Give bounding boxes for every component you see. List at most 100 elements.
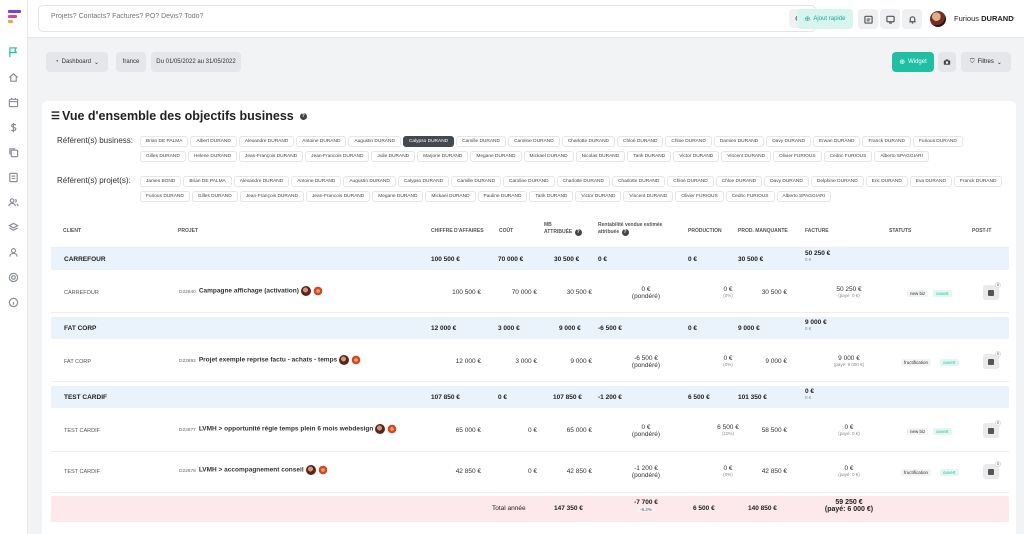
referent-chip[interactable]: Eric DURAND <box>865 176 908 187</box>
referent-chip[interactable]: Delphine DURAND <box>810 176 864 187</box>
gear-icon[interactable] <box>7 271 19 283</box>
referent-chip[interactable]: Mickael DURAND <box>425 191 476 202</box>
referent-chip[interactable]: Camille DURAND <box>456 136 506 147</box>
app-logo[interactable] <box>8 10 21 24</box>
referent-chip[interactable]: Jean-Francois DURAND <box>305 191 371 202</box>
referent-chip[interactable]: Davy DURAND <box>764 176 809 187</box>
referent-chip[interactable]: Augustin DURAND <box>348 136 401 147</box>
home-icon[interactable] <box>7 71 19 83</box>
col-client[interactable]: Client <box>63 228 81 235</box>
referent-chip[interactable]: Franck DURAND <box>862 136 911 147</box>
referent-chip[interactable]: Helene DURAND <box>187 151 237 162</box>
referent-chip[interactable]: Alexandre DURAND <box>233 176 290 187</box>
layers-icon[interactable] <box>7 221 19 233</box>
referent-chip[interactable]: Nicolas DURAND <box>575 151 626 162</box>
referent-chip[interactable]: Caroline DURAND <box>502 176 555 187</box>
referent-chip[interactable]: Antoine DURAND <box>291 176 342 187</box>
project-link[interactable]: D22678 LVMH > accompagnement conseil <box>179 465 328 475</box>
users-icon[interactable] <box>7 196 19 208</box>
project-link[interactable]: D22640 Campagne affichage (activation) <box>179 286 323 296</box>
referent-chip[interactable]: Brian DE PALMA <box>183 176 232 187</box>
col-mb[interactable]: MB attribuée ? <box>544 222 582 236</box>
referent-chip[interactable]: Megane DURAND <box>372 191 424 202</box>
postit-button[interactable]: 0 <box>983 282 1001 300</box>
referent-chip[interactable]: Megane DURAND <box>470 151 522 162</box>
referent-chip[interactable]: Marjorie DURAND <box>417 151 469 162</box>
postit-button[interactable]: 0 <box>983 420 1001 438</box>
referent-chip[interactable]: Charlotte DURAND <box>556 176 610 187</box>
referent-chip[interactable]: Victor DURAND <box>673 151 720 162</box>
referent-chip[interactable]: Olivier FURIOUS <box>675 191 724 202</box>
referent-chip[interactable]: Alexandre DURAND <box>238 136 295 147</box>
period-filter[interactable]: Du 01/05/2022 au 31/05/2022 <box>151 52 241 72</box>
calendar-icon[interactable] <box>7 96 19 108</box>
referent-chip[interactable]: Antoine DURAND <box>296 136 347 147</box>
user-name[interactable]: Furious DURAND <box>954 14 1014 23</box>
referent-chip[interactable]: Mickael DURAND <box>523 151 574 162</box>
referent-chip[interactable]: Camille DURAND <box>451 176 501 187</box>
referent-chip[interactable]: Caroline DURAND <box>507 136 560 147</box>
dashboard-select[interactable]: ◔ Dashboard ⌄ <box>46 52 108 72</box>
table-group-row[interactable]: FAT CORP 12 000 € 3 000 € 9 000 € -6 500… <box>51 317 1009 339</box>
search-input[interactable] <box>51 13 651 20</box>
referent-chip[interactable]: Furious DURAND <box>912 136 963 147</box>
table-row[interactable]: TEST CARDIF D22677 LVMH > opportunité rég… <box>51 411 1009 452</box>
referent-chip[interactable]: Vincent DURAND <box>721 151 772 162</box>
col-production[interactable]: Production <box>688 228 722 235</box>
referent-chip[interactable]: Victor DURAND <box>575 191 622 202</box>
user-icon[interactable] <box>7 246 19 258</box>
referent-chip[interactable]: Gilles DURAND <box>140 151 186 162</box>
referent-chip[interactable]: Augustin DURAND <box>343 176 396 187</box>
col-cout[interactable]: Coût <box>499 228 513 235</box>
calendar-button[interactable] <box>858 9 878 29</box>
referent-chip[interactable]: Calypso DURAND <box>402 136 455 147</box>
referent-chip[interactable]: Pauline DURAND <box>477 191 528 202</box>
referent-chip[interactable]: Franck DURAND <box>953 176 1003 187</box>
referent-chip[interactable]: Chloe DURAND <box>665 136 712 147</box>
table-group-row[interactable]: CARREFOUR 100 500 € 70 000 € 30 500 € 0 … <box>51 248 1009 270</box>
referent-chip[interactable]: Brian DE PALMA <box>140 136 189 147</box>
referent-chip[interactable]: Charlotte DURAND <box>611 176 666 187</box>
col-projet[interactable]: Projet <box>178 228 198 235</box>
project-link[interactable]: D22692 Projet exemple reprise factu - ach… <box>179 355 362 365</box>
referent-chip[interactable]: Olivier FURIOUS <box>773 151 822 162</box>
chevron-down-icon[interactable]: ⌄ <box>1010 13 1016 21</box>
table-group-row[interactable]: TEST CARDIF 107 850 € 0 € 107 850 € -1 2… <box>51 386 1009 408</box>
copy-icon[interactable] <box>7 146 19 158</box>
referent-chip[interactable]: James BOND <box>140 176 182 187</box>
referent-chip[interactable]: Albert DURAND <box>190 136 237 147</box>
col-facture[interactable]: Facture <box>805 228 829 235</box>
referent-chip[interactable]: Jean-Francois DURAND <box>305 151 370 162</box>
referent-chip[interactable]: Julie DURAND <box>371 151 416 162</box>
referent-chip[interactable]: Tarik DURAND <box>627 151 672 162</box>
project-link[interactable]: D22677 LVMH > opportunité régie temps ple… <box>179 424 398 434</box>
info-icon[interactable] <box>7 296 19 308</box>
referent-chip[interactable]: Alberto SPAGGIARI <box>776 191 832 202</box>
referent-chip[interactable]: Vincent DURAND <box>623 191 674 202</box>
table-row[interactable]: CARREFOUR D22640 Campagne affichage (acti… <box>51 273 1009 313</box>
referent-chip[interactable]: Charlotte DURAND <box>561 136 616 147</box>
referent-chip[interactable]: Eva DURAND <box>909 176 952 187</box>
avatar[interactable] <box>930 11 946 27</box>
widget-button[interactable]: ⊕ Widget <box>892 52 934 72</box>
filters-button[interactable]: ⛉ Filtres ⌄ <box>961 52 1011 72</box>
referent-chip[interactable]: Erwan DURAND <box>813 136 861 147</box>
referent-chip[interactable]: Cedric FURIOUS <box>725 191 775 202</box>
referent-chip[interactable]: Jean-François DURAND <box>239 191 304 202</box>
referent-chip[interactable]: Damien DURAND <box>713 136 765 147</box>
col-prod-manquante[interactable]: Prod. manquante <box>738 228 788 235</box>
referent-chip[interactable]: Alberto SPAGGIARI <box>874 151 929 162</box>
referent-chip[interactable]: Gilles DURAND <box>191 191 238 202</box>
table-row[interactable]: FAT CORP D22692 Projet exemple reprise fa… <box>51 342 1009 382</box>
postit-button[interactable]: 0 <box>983 461 1001 479</box>
screen-button[interactable] <box>880 9 900 29</box>
referent-chip[interactable]: Chloé DURAND <box>617 136 664 147</box>
col-rentabilite[interactable]: Rentabilité vendue estimée attribuée ? <box>598 222 662 236</box>
referent-chip[interactable]: Tarik DURAND <box>529 191 574 202</box>
referent-chip[interactable]: Furious DURAND <box>140 191 190 202</box>
dollar-icon[interactable] <box>7 121 19 133</box>
referent-chip[interactable]: Davy DURAND <box>766 136 811 147</box>
referent-chip[interactable]: Chloe DURAND <box>715 176 763 187</box>
quick-add-button[interactable]: ⊕ Ajout rapide <box>797 9 853 29</box>
screenshot-button[interactable] <box>938 52 956 72</box>
